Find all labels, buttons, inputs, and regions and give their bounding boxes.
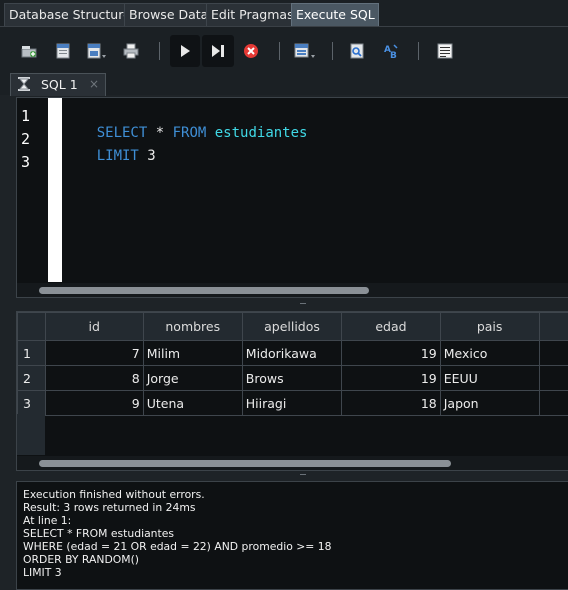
row-number[interactable]: 3: [18, 391, 46, 416]
open-tab-icon[interactable]: [16, 38, 42, 64]
toolbar-separator: [332, 42, 333, 60]
sql-editor[interactable]: 1 2 3 SELECT * FROM estudiantes LIMIT 3: [16, 97, 568, 298]
results-horizontal-scrollbar[interactable]: [17, 456, 568, 470]
keyword-token: FROM: [173, 125, 207, 141]
save-sql-file-icon[interactable]: [84, 38, 110, 64]
tab-database-structure[interactable]: Database Structure: [4, 3, 130, 26]
save-results-icon[interactable]: [292, 38, 318, 64]
column-header-apellidos[interactable]: apellidos: [242, 313, 341, 341]
fold-margin: [48, 98, 62, 282]
column-header-extra[interactable]: [539, 313, 568, 341]
stop-execution-icon[interactable]: [238, 38, 264, 64]
sql-editor-tab[interactable]: SQL 1 ×: [10, 73, 106, 96]
line-number: 1: [21, 107, 30, 125]
cell-pais[interactable]: EEUU: [440, 366, 539, 391]
cell-extra[interactable]: [539, 391, 568, 416]
toolbar: AB: [0, 27, 568, 73]
cell-apellidos[interactable]: Midorikawa: [242, 341, 341, 366]
identifier-token: estudiantes: [215, 125, 308, 141]
message-pane[interactable]: Execution finished without errors. Resul…: [16, 481, 568, 590]
line-number-gutter: 1 2 3: [17, 98, 47, 282]
toolbar-separator: [279, 42, 280, 60]
header-row: id nombres apellidos edad pais: [18, 313, 568, 341]
tab-edit-pragmas[interactable]: Edit Pragmas: [206, 3, 298, 26]
tab-execute-sql[interactable]: Execute SQL: [291, 3, 379, 26]
cell-edad[interactable]: 18: [342, 391, 440, 416]
hourglass-icon: [17, 76, 31, 95]
editor-results-splitter[interactable]: [16, 300, 568, 308]
main-tab-bar: Database Structure Browse Data Edit Prag…: [0, 0, 568, 27]
close-tab-icon[interactable]: ×: [89, 77, 99, 91]
results-message-splitter[interactable]: [16, 471, 568, 479]
cell-nombres[interactable]: Jorge: [143, 366, 242, 391]
editor-horizontal-scrollbar[interactable]: [17, 283, 568, 297]
line-number: 2: [21, 130, 30, 148]
message-line: ORDER BY RANDOM(): [23, 553, 139, 566]
column-header-id[interactable]: id: [45, 313, 143, 341]
sql-tab-label: SQL 1: [41, 77, 78, 92]
cell-pais[interactable]: Japon: [440, 391, 539, 416]
space-token: [206, 125, 214, 141]
toolbar-separator: [418, 42, 419, 60]
splitter-grip: [300, 303, 306, 304]
execute-line-icon[interactable]: [202, 35, 234, 67]
results-grid[interactable]: id nombres apellidos edad pais 1 7 Milim…: [16, 311, 568, 471]
message-line: Result: 3 rows returned in 24ms: [23, 501, 196, 514]
splitter-grip: [300, 474, 306, 475]
cell-apellidos[interactable]: Brows: [242, 366, 341, 391]
cell-id[interactable]: 8: [45, 366, 143, 391]
cell-pais[interactable]: Mexico: [440, 341, 539, 366]
cell-id[interactable]: 7: [45, 341, 143, 366]
column-header-nombres[interactable]: nombres: [143, 313, 242, 341]
cell-edad[interactable]: 19: [342, 366, 440, 391]
scrollbar-thumb[interactable]: [39, 287, 369, 294]
corner-cell[interactable]: [18, 313, 46, 341]
cell-edad[interactable]: 19: [342, 341, 440, 366]
message-line: LIMIT 3: [23, 566, 62, 579]
scrollbar-thumb[interactable]: [39, 460, 451, 467]
svg-text:B: B: [390, 51, 397, 60]
keyword-token: LIMIT: [97, 148, 139, 164]
message-line: Execution finished without errors.: [23, 488, 205, 501]
cell-nombres[interactable]: Milim: [143, 341, 242, 366]
message-line: WHERE (edad = 21 OR edad = 22) AND prome…: [23, 540, 332, 553]
row-number[interactable]: 2: [18, 366, 46, 391]
print-icon[interactable]: [118, 38, 144, 64]
comment-icon[interactable]: [432, 38, 458, 64]
message-line: SELECT * FROM estudiantes: [23, 527, 174, 540]
tab-browse-data[interactable]: Browse Data: [124, 3, 213, 26]
results-table: id nombres apellidos edad pais 1 7 Milim…: [17, 312, 568, 416]
cell-id[interactable]: 9: [45, 391, 143, 416]
cell-extra[interactable]: [539, 341, 568, 366]
cell-extra[interactable]: [539, 366, 568, 391]
sql-tab-bar: SQL 1 ×: [0, 73, 568, 95]
table-row[interactable]: 1 7 Milim Midorikawa 19 Mexico: [18, 341, 568, 366]
number-token: 3: [139, 148, 156, 164]
find-icon[interactable]: [344, 38, 370, 64]
cell-apellidos[interactable]: Hiiragi: [242, 391, 341, 416]
table-row[interactable]: 3 9 Utena Hiiragi 18 Japon: [18, 391, 568, 416]
table-row[interactable]: 2 8 Jorge Brows 19 EEUU: [18, 366, 568, 391]
open-sql-file-icon[interactable]: [50, 38, 76, 64]
row-number[interactable]: 1: [18, 341, 46, 366]
find-replace-icon[interactable]: AB: [378, 38, 404, 64]
column-header-pais[interactable]: pais: [440, 313, 539, 341]
toolbar-separator: [159, 42, 160, 60]
execute-all-icon[interactable]: [170, 35, 200, 67]
row-header-filler: [17, 414, 45, 455]
code-line-2: LIMIT 3: [63, 132, 156, 180]
column-header-edad[interactable]: edad: [342, 313, 440, 341]
message-line: At line 1:: [23, 514, 71, 527]
line-number: 3: [21, 153, 30, 171]
cell-nombres[interactable]: Utena: [143, 391, 242, 416]
